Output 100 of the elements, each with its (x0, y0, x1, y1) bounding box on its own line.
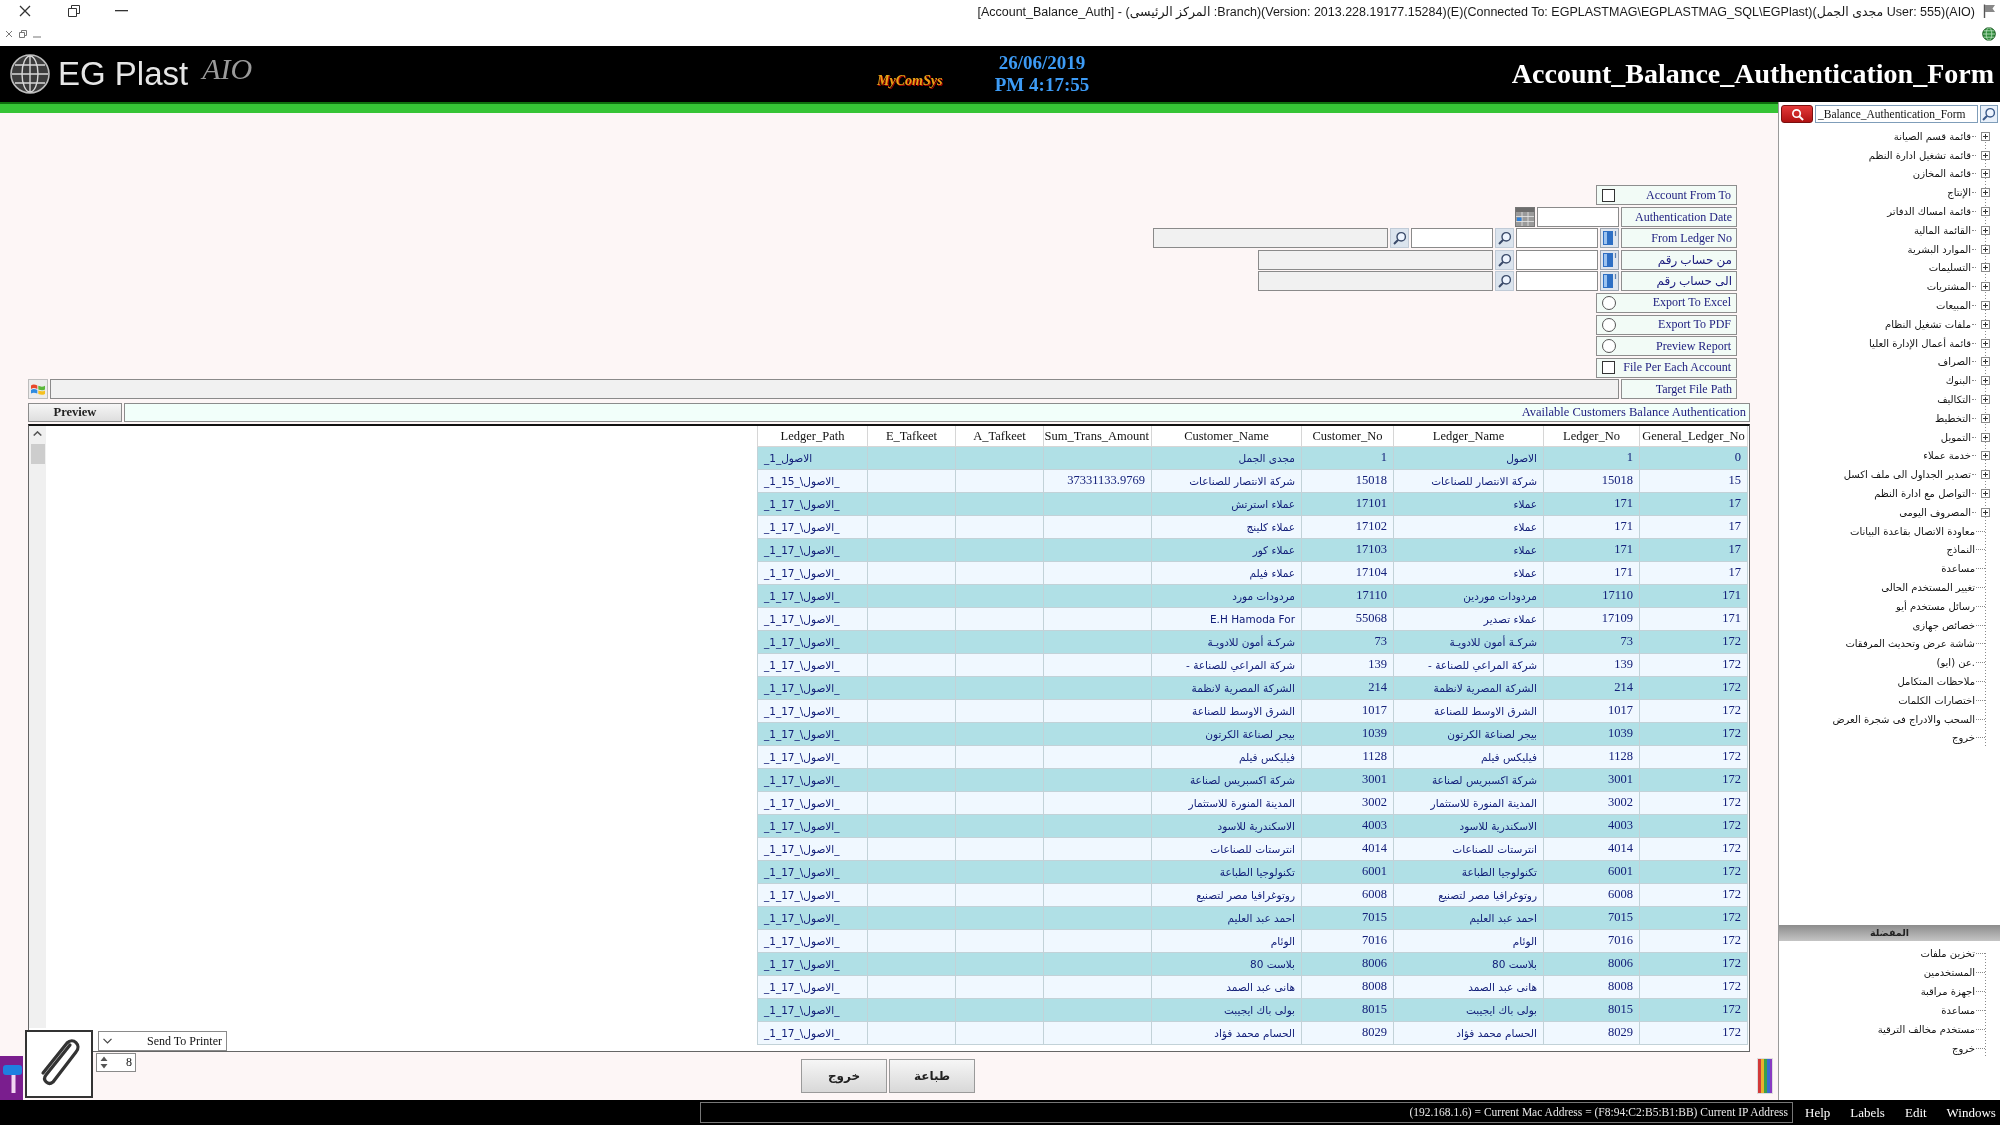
column-header[interactable]: Ledger_Name (1393, 426, 1544, 447)
search-button[interactable] (1781, 105, 1813, 123)
tree-item[interactable]: المستخدمين (1923, 967, 1975, 978)
action-button[interactable]: خروج (801, 1059, 887, 1093)
color-stripes-icon[interactable] (1757, 1058, 1773, 1094)
book-icon[interactable] (1600, 249, 1619, 270)
tree-item[interactable]: السحب والادراج فى شجرة العرض (1832, 713, 1975, 725)
radio-button[interactable] (1602, 295, 1616, 310)
column-header[interactable]: Sum_Trans_Amount (1043, 426, 1152, 447)
browse-button[interactable] (28, 379, 48, 400)
menu-item[interactable]: Help (1805, 1104, 1831, 1121)
radio-button[interactable] (1602, 339, 1616, 354)
path-field[interactable] (50, 379, 1619, 400)
tree-item[interactable]: خدمة عملاء (1923, 450, 1971, 462)
tree-item[interactable]: الإنتاج (1947, 187, 1971, 199)
tree-item[interactable]: قائمة تشغيل ادارة النظم (1868, 149, 1971, 161)
name-field[interactable] (1153, 228, 1388, 249)
column-header[interactable]: Ledger_Path (757, 426, 868, 447)
tree-item[interactable]: المشتريات (1926, 281, 1971, 293)
tree-item[interactable]: النماذج (1946, 544, 1975, 556)
name-field[interactable] (1258, 249, 1493, 270)
tree-item[interactable]: التمويل (1940, 431, 1971, 443)
tree-item[interactable]: خروج (1952, 1043, 1975, 1054)
code-field[interactable] (1516, 271, 1598, 292)
pin-icon[interactable] (0, 1056, 23, 1100)
column-header[interactable]: Customer_Name (1151, 426, 1302, 447)
copies-spinner[interactable]: 8 (96, 1053, 136, 1072)
tree-item[interactable]: المصروف اليومى (1899, 506, 1971, 518)
input-field[interactable] (1411, 228, 1493, 249)
expand-icon[interactable] (1980, 470, 1990, 480)
tree-item[interactable]: مساعدة (1941, 1005, 1975, 1016)
tree-item[interactable]: القائمة المالية (1913, 224, 1971, 236)
expand-icon[interactable] (1980, 282, 1990, 292)
scrollbar-thumb[interactable] (30, 444, 45, 465)
column-header[interactable]: A_Tafkeet (955, 426, 1044, 447)
column-header[interactable]: Customer_No (1301, 426, 1394, 447)
tree-item[interactable]: عن (ايو). (1936, 657, 1975, 669)
column-header[interactable]: Ledger_No (1543, 426, 1640, 447)
search-button[interactable] (1980, 105, 1998, 123)
minimize-icon[interactable] (115, 10, 128, 12)
expand-icon[interactable] (1980, 319, 1990, 329)
tree-item[interactable]: اختصارات الكلمات (1898, 694, 1975, 706)
checkbox[interactable] (1602, 361, 1615, 375)
printer-select[interactable]: Send To Printer (98, 1031, 227, 1051)
tree-item[interactable]: اجهزة مراقبة (1920, 986, 1975, 997)
expand-icon[interactable] (1980, 451, 1990, 461)
tree-item[interactable]: ملاحظات المتكامل (1897, 676, 1975, 687)
tree-item[interactable]: شاشة عرض وتحديث المرفقات (1845, 638, 1975, 650)
date-field[interactable] (1537, 206, 1619, 227)
attach-button[interactable] (25, 1030, 93, 1098)
tree-item[interactable]: قائمة المخازن (1912, 168, 1971, 180)
name-field[interactable] (1258, 271, 1493, 292)
expand-icon[interactable] (1980, 169, 1990, 179)
tree-item[interactable]: المبيعات (1936, 300, 1971, 312)
menu-item[interactable]: Labels (1850, 1104, 1885, 1121)
expand-icon[interactable] (1980, 489, 1990, 499)
expand-icon[interactable] (1980, 225, 1990, 235)
action-button[interactable]: طباعة (889, 1059, 975, 1093)
expand-icon[interactable] (1980, 507, 1990, 517)
preview-button[interactable]: Preview (28, 403, 122, 423)
expand-icon[interactable] (1980, 376, 1990, 386)
tree-item[interactable]: التسليمات (1928, 262, 1971, 274)
restore-icon[interactable] (68, 5, 80, 17)
menu-item[interactable]: Windows (1946, 1104, 1996, 1121)
tree-item[interactable]: ملفات تشغيل النظام (1885, 318, 1971, 330)
tree-item[interactable]: البنوك (1945, 375, 1971, 387)
tree-item[interactable]: التكاليف (1937, 394, 1971, 406)
tree-item[interactable]: الموارد البشرية (1907, 243, 1971, 255)
menu-item[interactable]: Edit (1904, 1104, 1927, 1121)
expand-icon[interactable] (1980, 263, 1990, 273)
tree-item[interactable]: قائمة امساك الدفاتر (1887, 206, 1971, 218)
expand-icon[interactable] (1980, 413, 1990, 423)
column-header[interactable]: General_Ledger_No (1639, 426, 1748, 447)
tree-item[interactable]: تغيير المستخدم الحالى (1881, 582, 1975, 593)
scroll-up-icon[interactable] (33, 431, 42, 437)
tree-item[interactable]: خروج (1952, 732, 1975, 744)
tree-item[interactable]: التواصل مع ادارة النظم (1874, 488, 1971, 500)
tree-item[interactable]: تخزين ملفات (1920, 948, 1975, 959)
expand-icon[interactable] (1980, 244, 1990, 254)
code-field[interactable] (1516, 228, 1598, 249)
expand-icon[interactable] (1980, 150, 1990, 160)
tree-item[interactable]: قائمة قسم الصيانة (1893, 130, 1971, 142)
close-icon[interactable] (19, 5, 31, 17)
search-field[interactable]: _Balance_Authentication_Form (1815, 105, 1978, 123)
tree-item[interactable]: الصراف (1937, 356, 1971, 368)
book-icon[interactable] (1600, 271, 1619, 292)
tree-item[interactable]: التخطيط (1935, 412, 1971, 424)
expand-icon[interactable] (1980, 131, 1990, 141)
checkbox[interactable] (1602, 188, 1615, 202)
scrollbar-track[interactable] (29, 426, 46, 1029)
column-header[interactable]: E_Tafkeet (867, 426, 956, 447)
expand-icon[interactable] (1980, 338, 1990, 348)
expand-icon[interactable] (1980, 301, 1990, 311)
tree-item[interactable]: قائمة أعمال الإدارة العليا (1869, 337, 1971, 349)
tree-item[interactable]: مستخدم مخالف الترقية (1877, 1024, 1975, 1035)
expand-icon[interactable] (1980, 357, 1990, 367)
calendar-icon[interactable] (1515, 206, 1535, 227)
code-field[interactable] (1516, 249, 1598, 270)
expand-icon[interactable] (1980, 207, 1990, 217)
tree-item[interactable]: رسائل مستخدم أيو (1896, 600, 1975, 612)
